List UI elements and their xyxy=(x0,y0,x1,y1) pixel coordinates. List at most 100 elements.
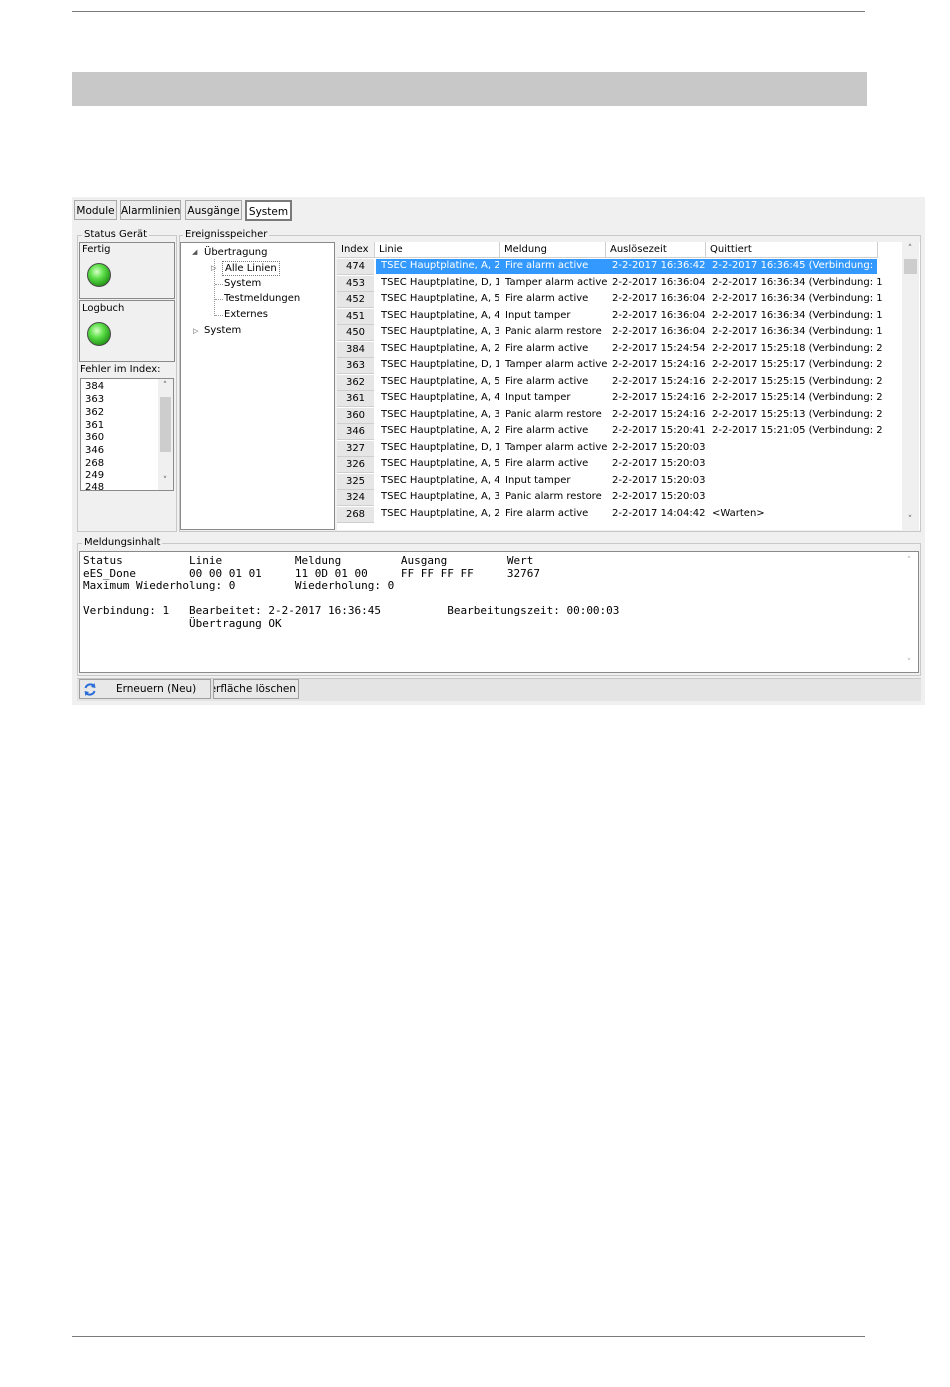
list-item[interactable]: 361 xyxy=(85,420,104,432)
collapsed-arrow-icon[interactable]: ▷ xyxy=(193,327,198,335)
row-linie: TSEC Hauptplatine, A, 4 xyxy=(381,392,499,403)
fehler-scrollbar[interactable]: ˄ ˅ xyxy=(158,379,173,490)
section-banner xyxy=(72,72,867,106)
oberflaeche-loeschen-button[interactable]: Oberfläche löschen xyxy=(213,679,299,699)
tree-item-alle-linien[interactable]: Alle Linien xyxy=(222,261,280,276)
row-index-cell[interactable]: 361 xyxy=(337,391,374,407)
tree-item-testmeldungen[interactable]: Testmeldungen xyxy=(224,292,300,305)
tab-module[interactable]: Module xyxy=(74,200,117,220)
row-quittiert: 2-2-2017 16:36:34 (Verbindung: 1) xyxy=(712,309,882,321)
expanded-arrow-icon[interactable]: ◢ xyxy=(192,248,197,256)
row-linie: TSEC Hauptplatine, A, 3 xyxy=(381,491,499,502)
logbuch-led-icon xyxy=(87,322,111,346)
row-linie: TSEC Hauptplatine, A, 5 xyxy=(381,375,499,387)
row-meldung: Fire alarm active xyxy=(505,375,589,387)
row-index-cell[interactable]: 360 xyxy=(337,407,374,424)
scroll-thumb[interactable] xyxy=(160,397,171,452)
message-content-box[interactable]: Status Linie Meldung Ausgang Wert eES_Do… xyxy=(79,551,919,673)
row-index-cell[interactable]: 450 xyxy=(337,325,374,341)
tab-ausgaenge[interactable]: Ausgänge xyxy=(185,200,242,220)
scroll-up-icon[interactable]: ˄ xyxy=(903,244,917,254)
row-quittiert xyxy=(712,440,882,456)
row-index-cell[interactable]: 451 xyxy=(337,308,374,325)
row-index-cell[interactable]: 324 xyxy=(337,490,374,506)
collapsed-arrow-icon[interactable]: ▷ xyxy=(211,264,216,272)
tab-alarmlinien[interactable]: Alarmlinien xyxy=(120,200,181,220)
list-item[interactable]: 362 xyxy=(85,407,104,419)
row-quittiert: 2-2-2017 16:36:45 (Verbindung: 1) xyxy=(712,260,882,271)
row-quittiert: 2-2-2017 15:25:18 (Verbindung: 2) xyxy=(712,342,882,354)
erneuern-button[interactable]: Erneuern (Neu) xyxy=(79,679,211,699)
column-header-index[interactable]: Index xyxy=(337,242,375,258)
tab-system[interactable]: System xyxy=(245,200,292,221)
tree-view[interactable]: ◢ Übertragung ▷ Alle Linien System Testm… xyxy=(180,242,335,530)
row-index-cell[interactable]: 363 xyxy=(337,358,374,374)
scroll-down-icon[interactable]: ˅ xyxy=(903,515,917,525)
scroll-thumb[interactable] xyxy=(904,259,917,274)
list-item[interactable]: 268 xyxy=(85,458,104,470)
message-line: Übertragung OK xyxy=(83,616,282,630)
row-linie: TSEC Hauptplatine, A, 3 xyxy=(381,326,499,337)
row-ausloesezeit: 2-2-2017 15:24:16 xyxy=(612,392,706,403)
scroll-up-icon[interactable]: ˄ xyxy=(902,556,916,566)
row-index-cell[interactable]: 453 xyxy=(337,275,374,292)
row-index-cell[interactable]: 452 xyxy=(337,292,374,308)
row-quittiert: 2-2-2017 15:25:17 (Verbindung: 2) xyxy=(712,359,882,370)
scroll-down-icon[interactable]: ˅ xyxy=(902,658,916,668)
meldungsinhalt-title: Meldungsinhalt xyxy=(82,537,163,548)
fehler-label: Fehler im Index: xyxy=(80,364,161,375)
header-rule xyxy=(72,11,865,12)
tree-item-system-root[interactable]: System xyxy=(204,324,241,337)
tree-item-system-child[interactable]: System xyxy=(224,277,261,290)
row-linie: TSEC Hauptplatine, A, 2 xyxy=(381,342,499,354)
row-index-cell[interactable]: 327 xyxy=(337,440,374,457)
list-item[interactable]: 384 xyxy=(85,381,104,393)
row-linie: TSEC Hauptplatine, D, 1 xyxy=(381,359,499,370)
row-linie: TSEC Hauptplatine, A, 3 xyxy=(381,408,499,420)
row-linie: TSEC Hauptplatine, A, 4 xyxy=(381,309,499,321)
row-index-cell[interactable]: 326 xyxy=(337,457,374,473)
list-item[interactable]: 346 xyxy=(85,445,104,457)
row-ausloesezeit: 2-2-2017 15:24:16 xyxy=(612,408,706,420)
column-header-meldung[interactable]: Meldung xyxy=(500,242,606,258)
row-linie: TSEC Hauptplatine, A, 2 xyxy=(381,507,499,519)
tree-item-externes[interactable]: Externes xyxy=(224,308,268,321)
column-header-quittiert[interactable]: Quittiert xyxy=(706,242,878,258)
row-index-cell[interactable]: 384 xyxy=(337,341,374,358)
list-item[interactable]: 248 xyxy=(85,482,104,490)
row-quittiert: 2-2-2017 15:25:15 (Verbindung: 2) xyxy=(712,375,882,387)
tree-guide xyxy=(215,299,223,300)
column-header-ausloesezeit[interactable]: Auslösezeit xyxy=(606,242,706,258)
row-linie: TSEC Hauptplatine, A, 4 xyxy=(381,474,499,486)
row-index-cell[interactable]: 474 xyxy=(337,259,374,275)
row-meldung: Panic alarm restore xyxy=(505,491,602,502)
row-index-cell[interactable]: 362 xyxy=(337,374,374,391)
column-header-linie[interactable]: Linie xyxy=(375,242,500,258)
scroll-up-icon[interactable]: ˄ xyxy=(158,381,172,391)
row-linie: TSEC Hauptplatine, A, 5 xyxy=(381,458,499,469)
list-item[interactable]: 249 xyxy=(85,470,104,482)
row-meldung: Input tamper xyxy=(505,392,571,403)
row-meldung: Fire alarm active xyxy=(505,293,589,304)
list-item[interactable]: 360 xyxy=(85,432,104,444)
row-ausloesezeit: 2-2-2017 16:36:42 xyxy=(612,260,706,271)
tree-item-uebertragung[interactable]: Übertragung xyxy=(204,246,267,259)
list-item[interactable]: 363 xyxy=(85,394,104,406)
status-geraet-title: Status Gerät xyxy=(82,229,150,240)
grid-scrollbar[interactable]: ˄ ˅ xyxy=(902,242,919,530)
row-quittiert: 2-2-2017 15:21:05 (Verbindung: 2) xyxy=(712,425,882,436)
row-linie: TSEC Hauptplatine, A, 2 xyxy=(381,260,499,271)
fehler-listbox[interactable]: 384 363 362 361 360 346 268 249 248 ˄ ˅ xyxy=(80,378,174,491)
row-quittiert xyxy=(712,456,882,472)
row-index-cell[interactable]: 268 xyxy=(337,506,374,523)
row-index-cell[interactable]: 325 xyxy=(337,473,374,490)
scroll-down-icon[interactable]: ˅ xyxy=(158,476,172,486)
row-meldung: Fire alarm active xyxy=(505,458,589,469)
row-quittiert: 2-2-2017 16:36:34 (Verbindung: 1) xyxy=(712,276,882,288)
row-index-cell[interactable]: 346 xyxy=(337,424,374,440)
row-ausloesezeit: 2-2-2017 15:20:03 xyxy=(612,474,706,486)
logbuch-label: Logbuch xyxy=(82,303,125,314)
row-ausloesezeit: 2-2-2017 15:20:03 xyxy=(612,441,706,453)
row-ausloesezeit: 2-2-2017 14:04:42 xyxy=(612,507,706,519)
row-meldung: Input tamper xyxy=(505,474,571,486)
